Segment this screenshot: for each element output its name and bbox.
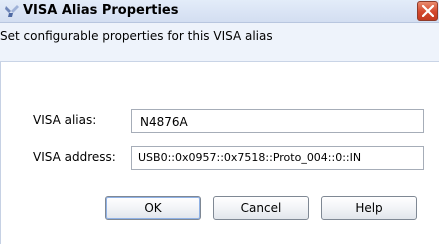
description-panel: Set configurable properties for this VIS… bbox=[0, 23, 439, 62]
dialog-title: VISA Alias Properties bbox=[23, 3, 179, 18]
visa-app-icon bbox=[4, 3, 20, 19]
visa-address-value: USB0::0x0957::0x7518::Proto_004::0::IN bbox=[138, 151, 362, 164]
left-border bbox=[0, 62, 1, 244]
description-text: Set configurable properties for this VIS… bbox=[0, 29, 273, 43]
close-icon bbox=[422, 5, 434, 17]
close-button[interactable] bbox=[417, 1, 438, 21]
visa-alias-input[interactable] bbox=[131, 109, 424, 133]
visa-address-label: VISA address: bbox=[33, 150, 116, 164]
ok-button[interactable]: OK bbox=[105, 196, 201, 220]
visa-alias-label: VISA alias: bbox=[33, 113, 97, 127]
help-button[interactable]: Help bbox=[321, 196, 417, 220]
cancel-button[interactable]: Cancel bbox=[213, 196, 309, 220]
visa-alias-properties-dialog: VISA Alias Properties Set configurable p… bbox=[0, 0, 439, 244]
visa-address-field: USB0::0x0957::0x7518::Proto_004::0::IN bbox=[131, 146, 424, 170]
title-bar[interactable]: VISA Alias Properties bbox=[0, 0, 439, 23]
